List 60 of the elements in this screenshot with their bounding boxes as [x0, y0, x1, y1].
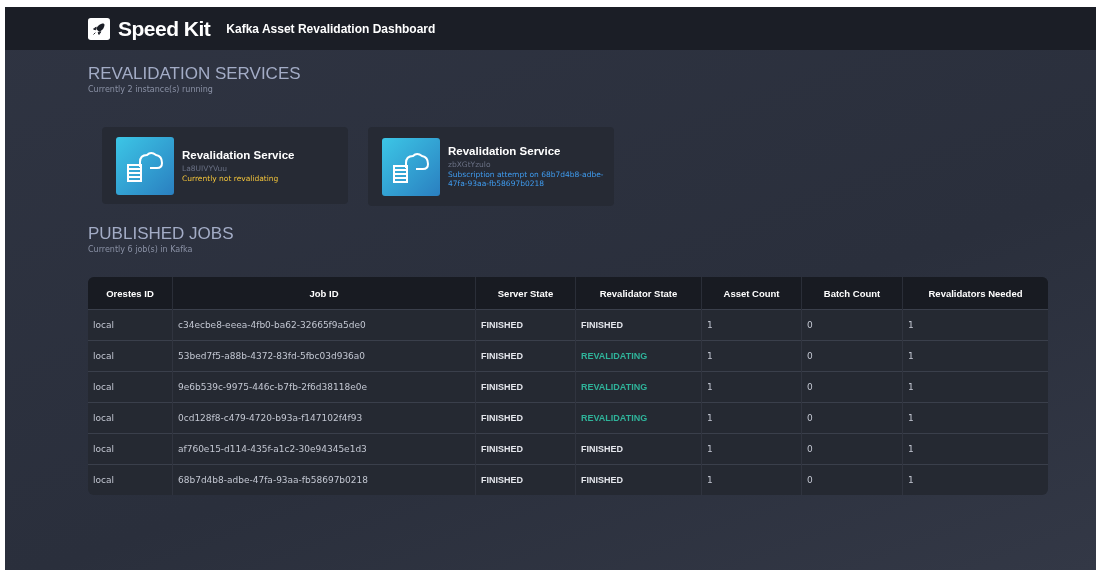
brand-name: Speed Kit [118, 16, 211, 41]
table-cell: local [88, 402, 173, 434]
column-header: Job ID [172, 277, 476, 310]
table-cell: 1 [902, 340, 1048, 372]
table-cell: FINISHED [575, 309, 702, 341]
column-header: Server State [475, 277, 576, 310]
table-cell: 1 [902, 371, 1048, 403]
table-cell: 1 [701, 340, 802, 372]
table-cell: 1 [902, 433, 1048, 465]
table-cell: FINISHED [575, 464, 702, 495]
section-heading: PUBLISHED JOBS [88, 224, 235, 244]
app-title: Kafka Asset Revalidation Dashboard [226, 21, 436, 36]
column-header: Asset Count [701, 277, 802, 310]
table-cell: af760e15-d114-435f-a1c2-30e94345e1d3 [172, 433, 476, 465]
table-cell: 0 [801, 433, 903, 465]
table-cell: 1 [701, 371, 802, 403]
rocket-logo-icon [88, 17, 110, 40]
table-cell: 0 [801, 340, 903, 372]
service-name: Revalidation Service [182, 148, 295, 161]
table-cell: REVALIDATING [575, 402, 702, 434]
table-cell: 68b7d4b8-adbe-47fa-93aa-fb58697b0218 [172, 464, 476, 495]
column-header: Orestes ID [88, 277, 173, 310]
table-cell: FINISHED [475, 433, 576, 465]
table-cell: 0cd128f8-c479-4720-b93a-f147102f4f93 [172, 402, 476, 434]
table-cell: FINISHED [475, 340, 576, 372]
table-cell: 53bed7f5-a88b-4372-83fd-5fbc03d936a0 [172, 340, 476, 372]
server-cloud-icon [116, 136, 174, 195]
table-cell: FINISHED [475, 402, 576, 434]
table-cell: FINISHED [475, 309, 576, 341]
table-cell: FINISHED [475, 371, 576, 403]
section-subtitle: Currently 6 job(s) in Kafka [88, 245, 194, 254]
table-cell: 1 [701, 309, 802, 341]
table-cell: 1 [902, 402, 1048, 434]
column-header: Batch Count [801, 277, 903, 310]
table-cell: local [88, 340, 173, 372]
column-header: Revalidator State [575, 277, 702, 310]
table-cell: 1 [902, 464, 1048, 495]
table-cell: local [88, 371, 173, 403]
section-subtitle: Currently 2 instance(s) running [88, 85, 214, 94]
table-cell: 9e6b539c-9975-446c-b7fb-2f6d38118e0e [172, 371, 476, 403]
column-header: Revalidators Needed [902, 277, 1048, 310]
table-cell: FINISHED [575, 433, 702, 465]
table-cell: 1 [701, 402, 802, 434]
table-cell: 0 [801, 309, 903, 341]
section-heading: REVALIDATION SERVICES [88, 64, 302, 84]
table-cell: local [88, 433, 173, 465]
table-cell: FINISHED [475, 464, 576, 495]
server-cloud-icon [382, 137, 440, 196]
table-cell: 1 [701, 433, 802, 465]
table-cell: c34ecbe8-eeea-4fb0-ba62-32665f9a5de0 [172, 309, 476, 341]
table-cell: 1 [701, 464, 802, 495]
table-cell: 0 [801, 402, 903, 434]
table-cell: 1 [902, 309, 1048, 341]
table-cell: REVALIDATING [575, 371, 702, 403]
table-cell: local [88, 464, 173, 495]
table-cell: local [88, 309, 173, 341]
table-cell: REVALIDATING [575, 340, 702, 372]
table-cell: 0 [801, 371, 903, 403]
table-cell: 0 [801, 464, 903, 495]
service-name: Revalidation Service [448, 145, 562, 157]
